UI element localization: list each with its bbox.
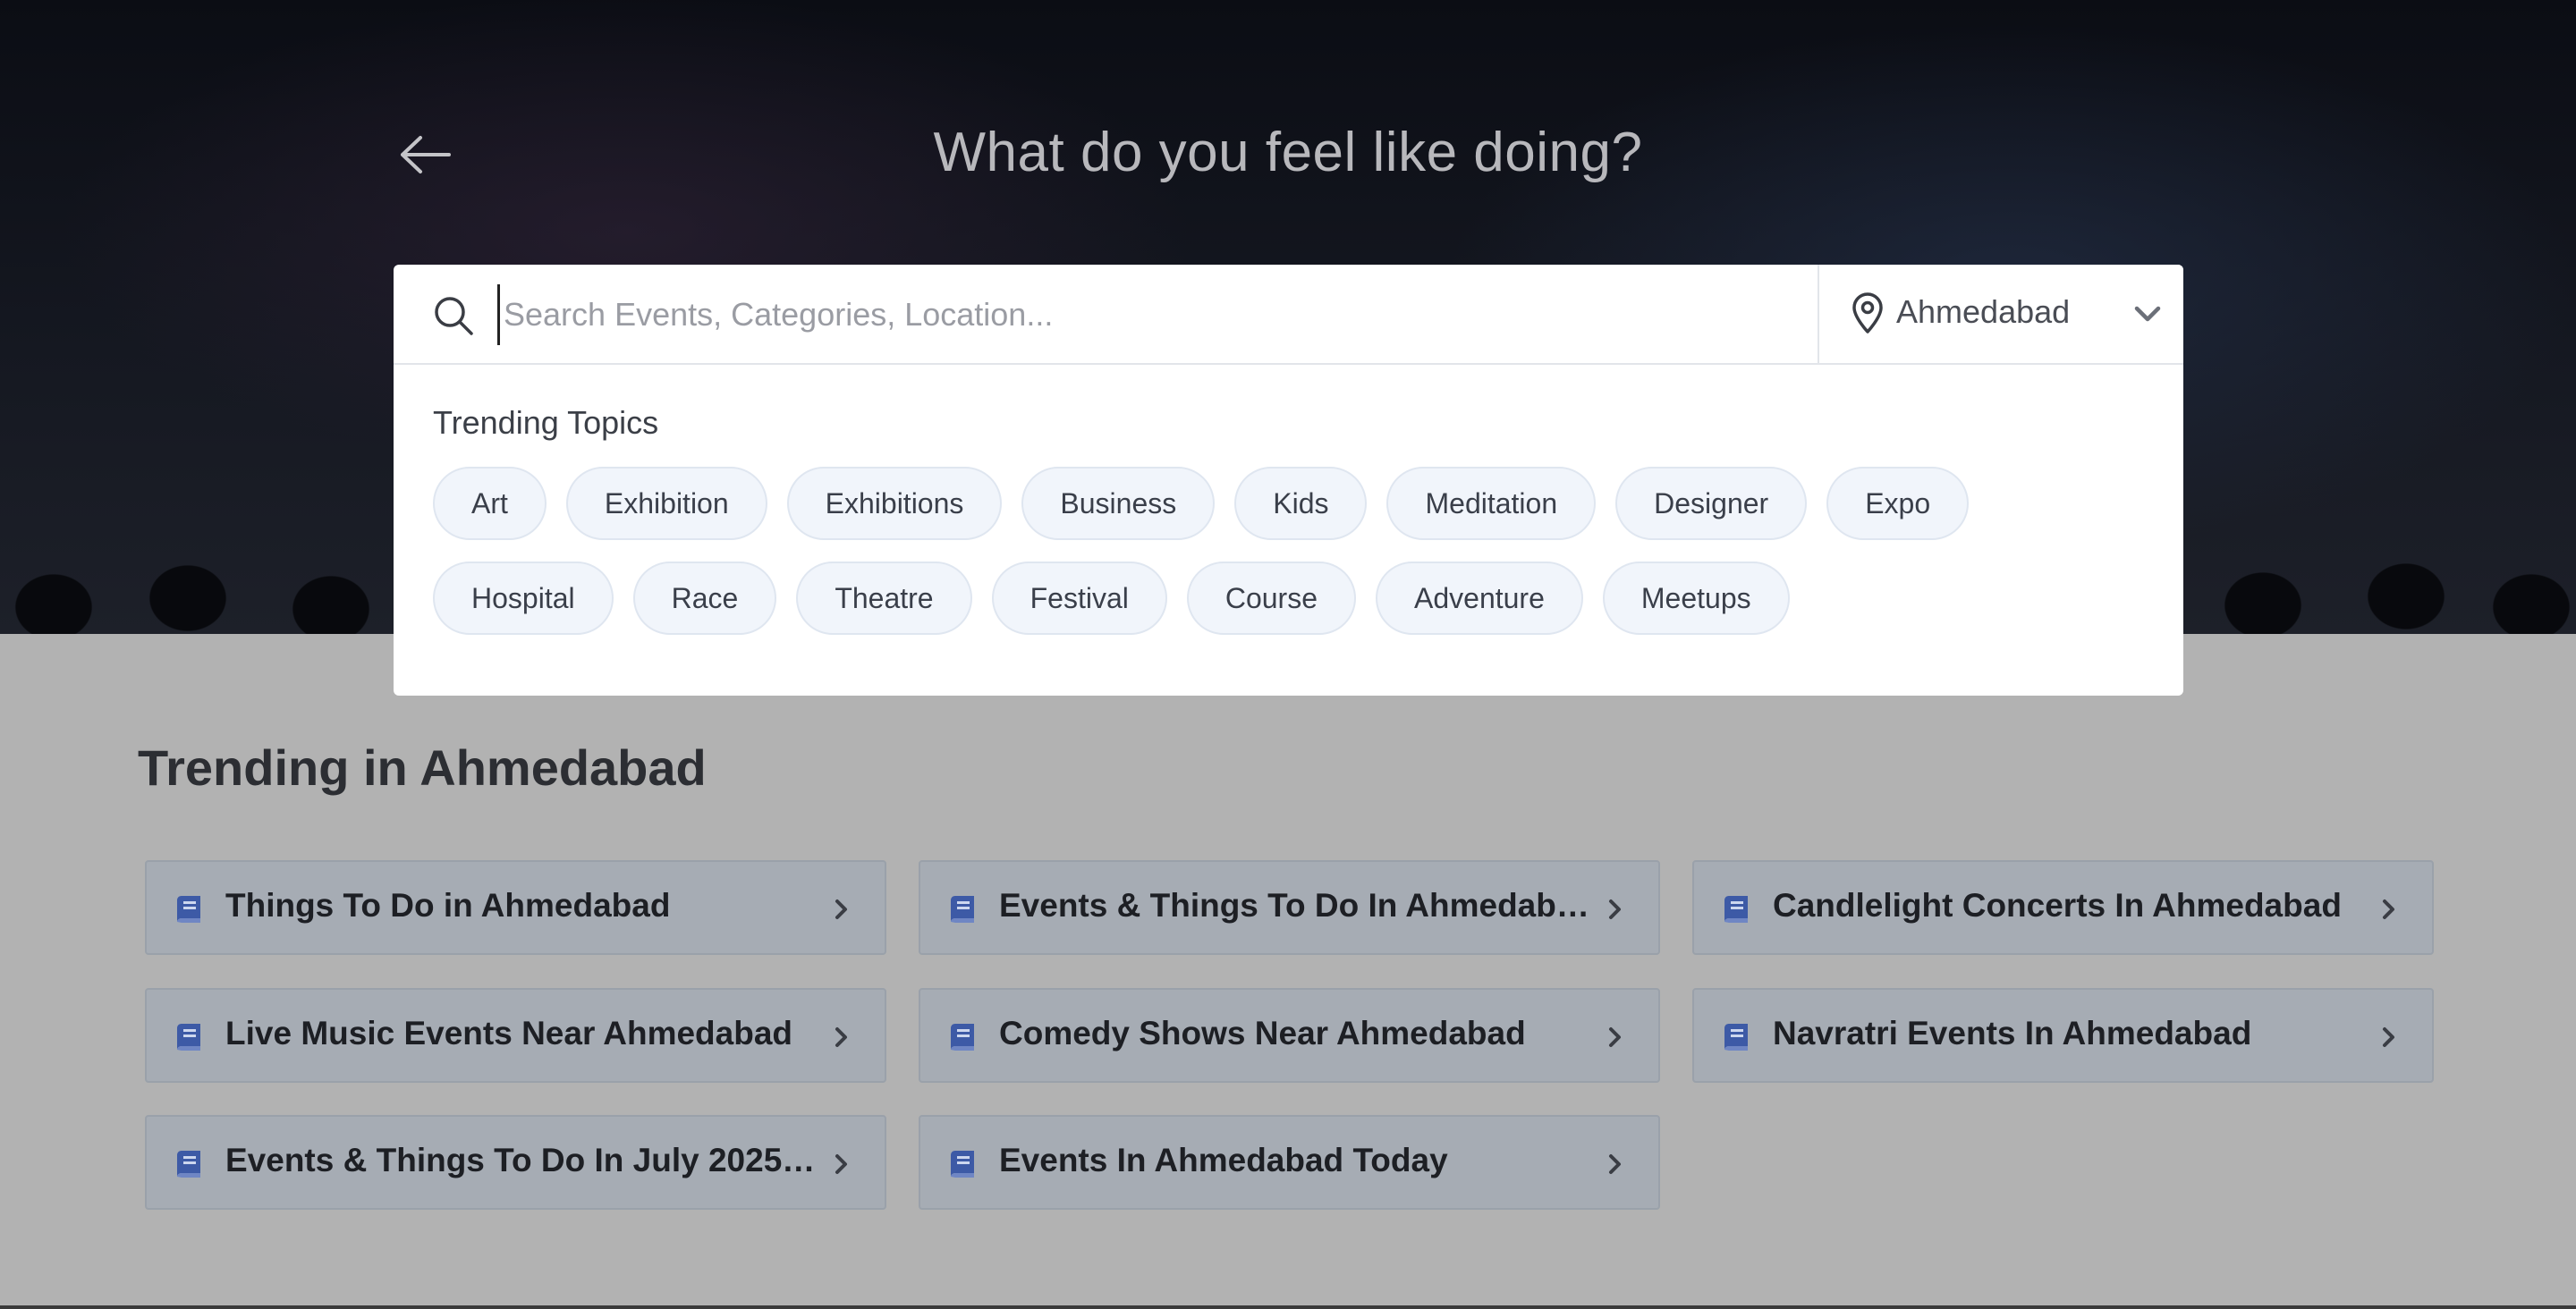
chevron-right-icon <box>1609 1154 1621 1174</box>
book-icon <box>951 1024 974 1051</box>
book-icon <box>1724 1024 1748 1051</box>
trending-link-card[interactable]: Events In Ahmedabad Today <box>919 1115 1660 1210</box>
topic-chip-row-2: Hospital Race Theatre Festival Course Ad… <box>433 562 1790 635</box>
book-icon <box>177 1024 200 1051</box>
topic-chip[interactable]: Exhibition <box>565 467 767 540</box>
book-icon <box>177 1151 200 1178</box>
location-value: Ahmedabad <box>1896 293 2071 330</box>
search-panel: Ahmedabad Trending Topics Art Exhibition… <box>394 265 2183 696</box>
trending-link-label: Comedy Shows Near Ahmedabad <box>999 1015 1526 1051</box>
topic-chip[interactable]: Expo <box>1826 467 1970 540</box>
trending-link-label: Live Music Events Near Ahmedabad <box>225 1015 793 1051</box>
topic-chip[interactable]: Meetups <box>1602 562 1790 635</box>
topic-chip[interactable]: Meditation <box>1386 467 1597 540</box>
book-icon <box>951 1151 974 1178</box>
trending-link-card[interactable]: Navratri Events In Ahmedabad <box>1692 988 2434 1083</box>
trending-topics-heading: Trending Topics <box>433 404 659 441</box>
trending-link-label: Events & Things To Do In Ahmedabad This … <box>999 887 1589 924</box>
chevron-right-icon <box>1609 1027 1621 1047</box>
chevron-right-icon <box>1609 899 1621 919</box>
trending-link-label: Navratri Events In Ahmedabad <box>1773 1015 2252 1051</box>
search-icon <box>435 297 473 335</box>
topic-chip[interactable]: Theatre <box>796 562 972 635</box>
topic-chip[interactable]: Course <box>1186 562 1356 635</box>
topic-chip[interactable]: Designer <box>1615 467 1808 540</box>
topic-chip[interactable]: Exhibitions <box>786 467 1003 540</box>
trending-link-label: Events & Things To Do In July 2025 In Ah… <box>225 1142 816 1178</box>
trending-link-card[interactable]: Things To Do in Ahmedabad <box>145 860 886 955</box>
search-bar: Ahmedabad <box>394 265 2183 365</box>
topic-chip[interactable]: Kids <box>1234 467 1368 540</box>
topic-chip[interactable]: Adventure <box>1376 562 1583 635</box>
topic-chip[interactable]: Hospital <box>433 562 614 635</box>
topic-chip[interactable]: Race <box>632 562 777 635</box>
location-dropdown[interactable]: Ahmedabad <box>1818 265 2183 363</box>
chevron-right-icon <box>835 1027 847 1047</box>
chevron-down-icon <box>2134 306 2161 322</box>
book-icon <box>177 896 200 923</box>
trending-link-label: Things To Do in Ahmedabad <box>225 887 671 924</box>
topic-chip[interactable]: Business <box>1021 467 1216 540</box>
trending-link-card[interactable]: Candlelight Concerts In Ahmedabad <box>1692 860 2434 955</box>
trending-link-label: Candlelight Concerts In Ahmedabad <box>1773 887 2342 924</box>
trending-link-card[interactable]: Comedy Shows Near Ahmedabad <box>919 988 1660 1083</box>
bottom-divider <box>0 1305 2576 1309</box>
chevron-right-icon <box>2383 899 2394 919</box>
topic-chip[interactable]: Art <box>433 467 547 540</box>
book-icon <box>951 896 974 923</box>
chevron-right-icon <box>835 899 847 919</box>
book-icon <box>1724 896 1748 923</box>
chevron-right-icon <box>835 1154 847 1174</box>
topic-chip-row-1: Art Exhibition Exhibitions Business Kids… <box>433 467 1970 540</box>
trending-link-label: Events In Ahmedabad Today <box>999 1142 1448 1178</box>
chevron-right-icon <box>2383 1027 2394 1047</box>
trending-link-card[interactable]: Events & Things To Do In Ahmedabad This … <box>919 860 1660 955</box>
trending-link-card[interactable]: Live Music Events Near Ahmedabad <box>145 988 886 1083</box>
topic-chip[interactable]: Festival <box>991 562 1167 635</box>
page-title: What do you feel like doing? <box>933 122 1643 183</box>
trending-link-card[interactable]: Events & Things To Do In July 2025 In Ah… <box>145 1115 886 1210</box>
map-pin-icon <box>1852 292 1883 334</box>
section-title: Trending in Ahmedabad <box>138 739 707 796</box>
